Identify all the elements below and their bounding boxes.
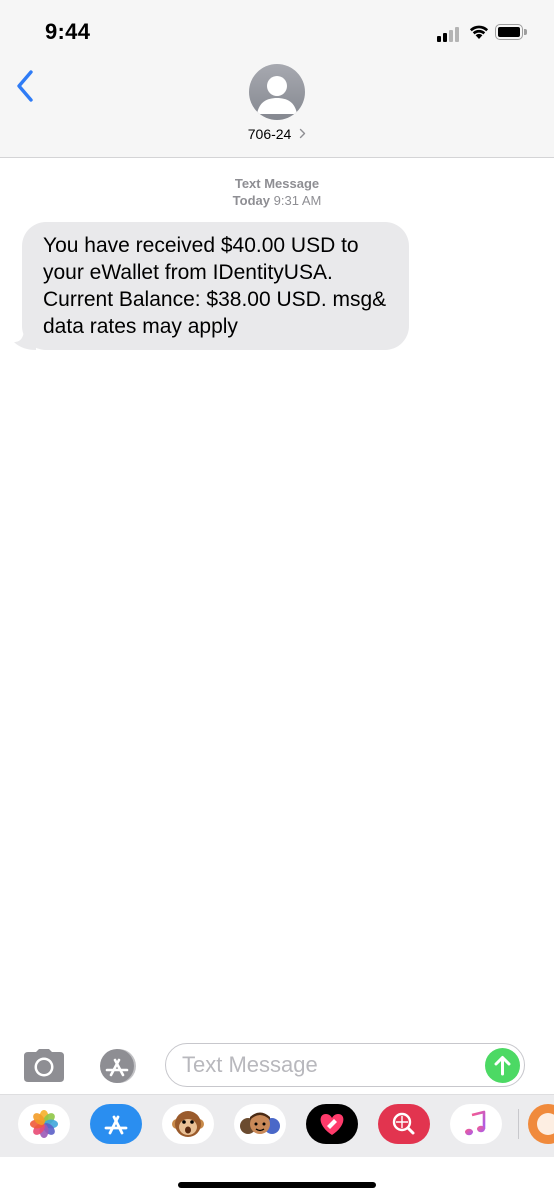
chevron-right-icon: [300, 129, 306, 139]
wifi-icon: [469, 25, 489, 39]
message-text: You have received $40.00 USD to your eWa…: [22, 222, 409, 350]
message-timestamp: Text Message Today 9:31 AM: [0, 175, 554, 209]
app-store-icon: [100, 1049, 136, 1083]
conversation-header: 9:44 706-24: [0, 0, 554, 158]
message-bubble[interactable]: You have received $40.00 USD to your eWa…: [14, 222, 409, 350]
person-silhouette-icon: [257, 76, 297, 114]
contact-avatar[interactable]: [249, 64, 305, 120]
camera-icon: [24, 1049, 64, 1082]
camera-button[interactable]: [22, 1048, 66, 1084]
battery-icon: [495, 24, 529, 42]
timestamp-day: Today: [232, 193, 270, 208]
animoji-app-icon[interactable]: [162, 1104, 214, 1144]
photos-app-icon[interactable]: [18, 1104, 70, 1144]
chevron-left-icon: [17, 70, 33, 102]
message-input-container: [165, 1043, 525, 1087]
web-images-search-app-icon[interactable]: [378, 1104, 430, 1144]
apps-button[interactable]: [94, 1048, 142, 1084]
back-button[interactable]: [14, 68, 40, 104]
timestamp-time: 9:31 AM: [273, 193, 322, 208]
cellular-signal-icon: [437, 26, 463, 42]
arrow-up-icon: [494, 1056, 511, 1076]
home-indicator: [178, 1182, 376, 1188]
send-button[interactable]: [485, 1048, 520, 1083]
contact-name-button[interactable]: 706-24: [0, 125, 554, 142]
message-input[interactable]: [182, 1044, 472, 1086]
status-time: 9:44: [45, 19, 91, 44]
music-app-icon[interactable]: [450, 1104, 502, 1144]
timestamp-label: Text Message: [234, 176, 320, 191]
status-bar: 9:44: [0, 0, 554, 60]
contact-name: 706-24: [247, 126, 292, 143]
partial-app-icon[interactable]: [528, 1104, 554, 1144]
messages-screen: 9:44 706-24 Text Message Today 9:31 AM Y…: [0, 0, 554, 1200]
app-drawer: [0, 1094, 554, 1157]
drawer-divider: [518, 1109, 519, 1139]
app-store-app-icon[interactable]: [90, 1104, 142, 1144]
digital-touch-app-icon[interactable]: [306, 1104, 358, 1144]
memoji-stickers-app-icon[interactable]: [234, 1104, 286, 1144]
